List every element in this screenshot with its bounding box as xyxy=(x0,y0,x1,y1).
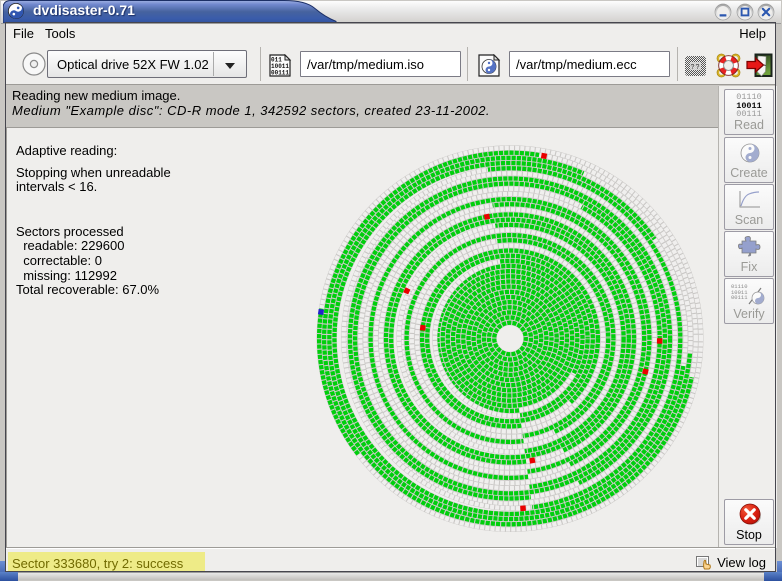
svg-text:00111: 00111 xyxy=(271,70,289,77)
svg-text:?: ? xyxy=(696,64,700,71)
svg-text:?: ? xyxy=(691,64,695,71)
